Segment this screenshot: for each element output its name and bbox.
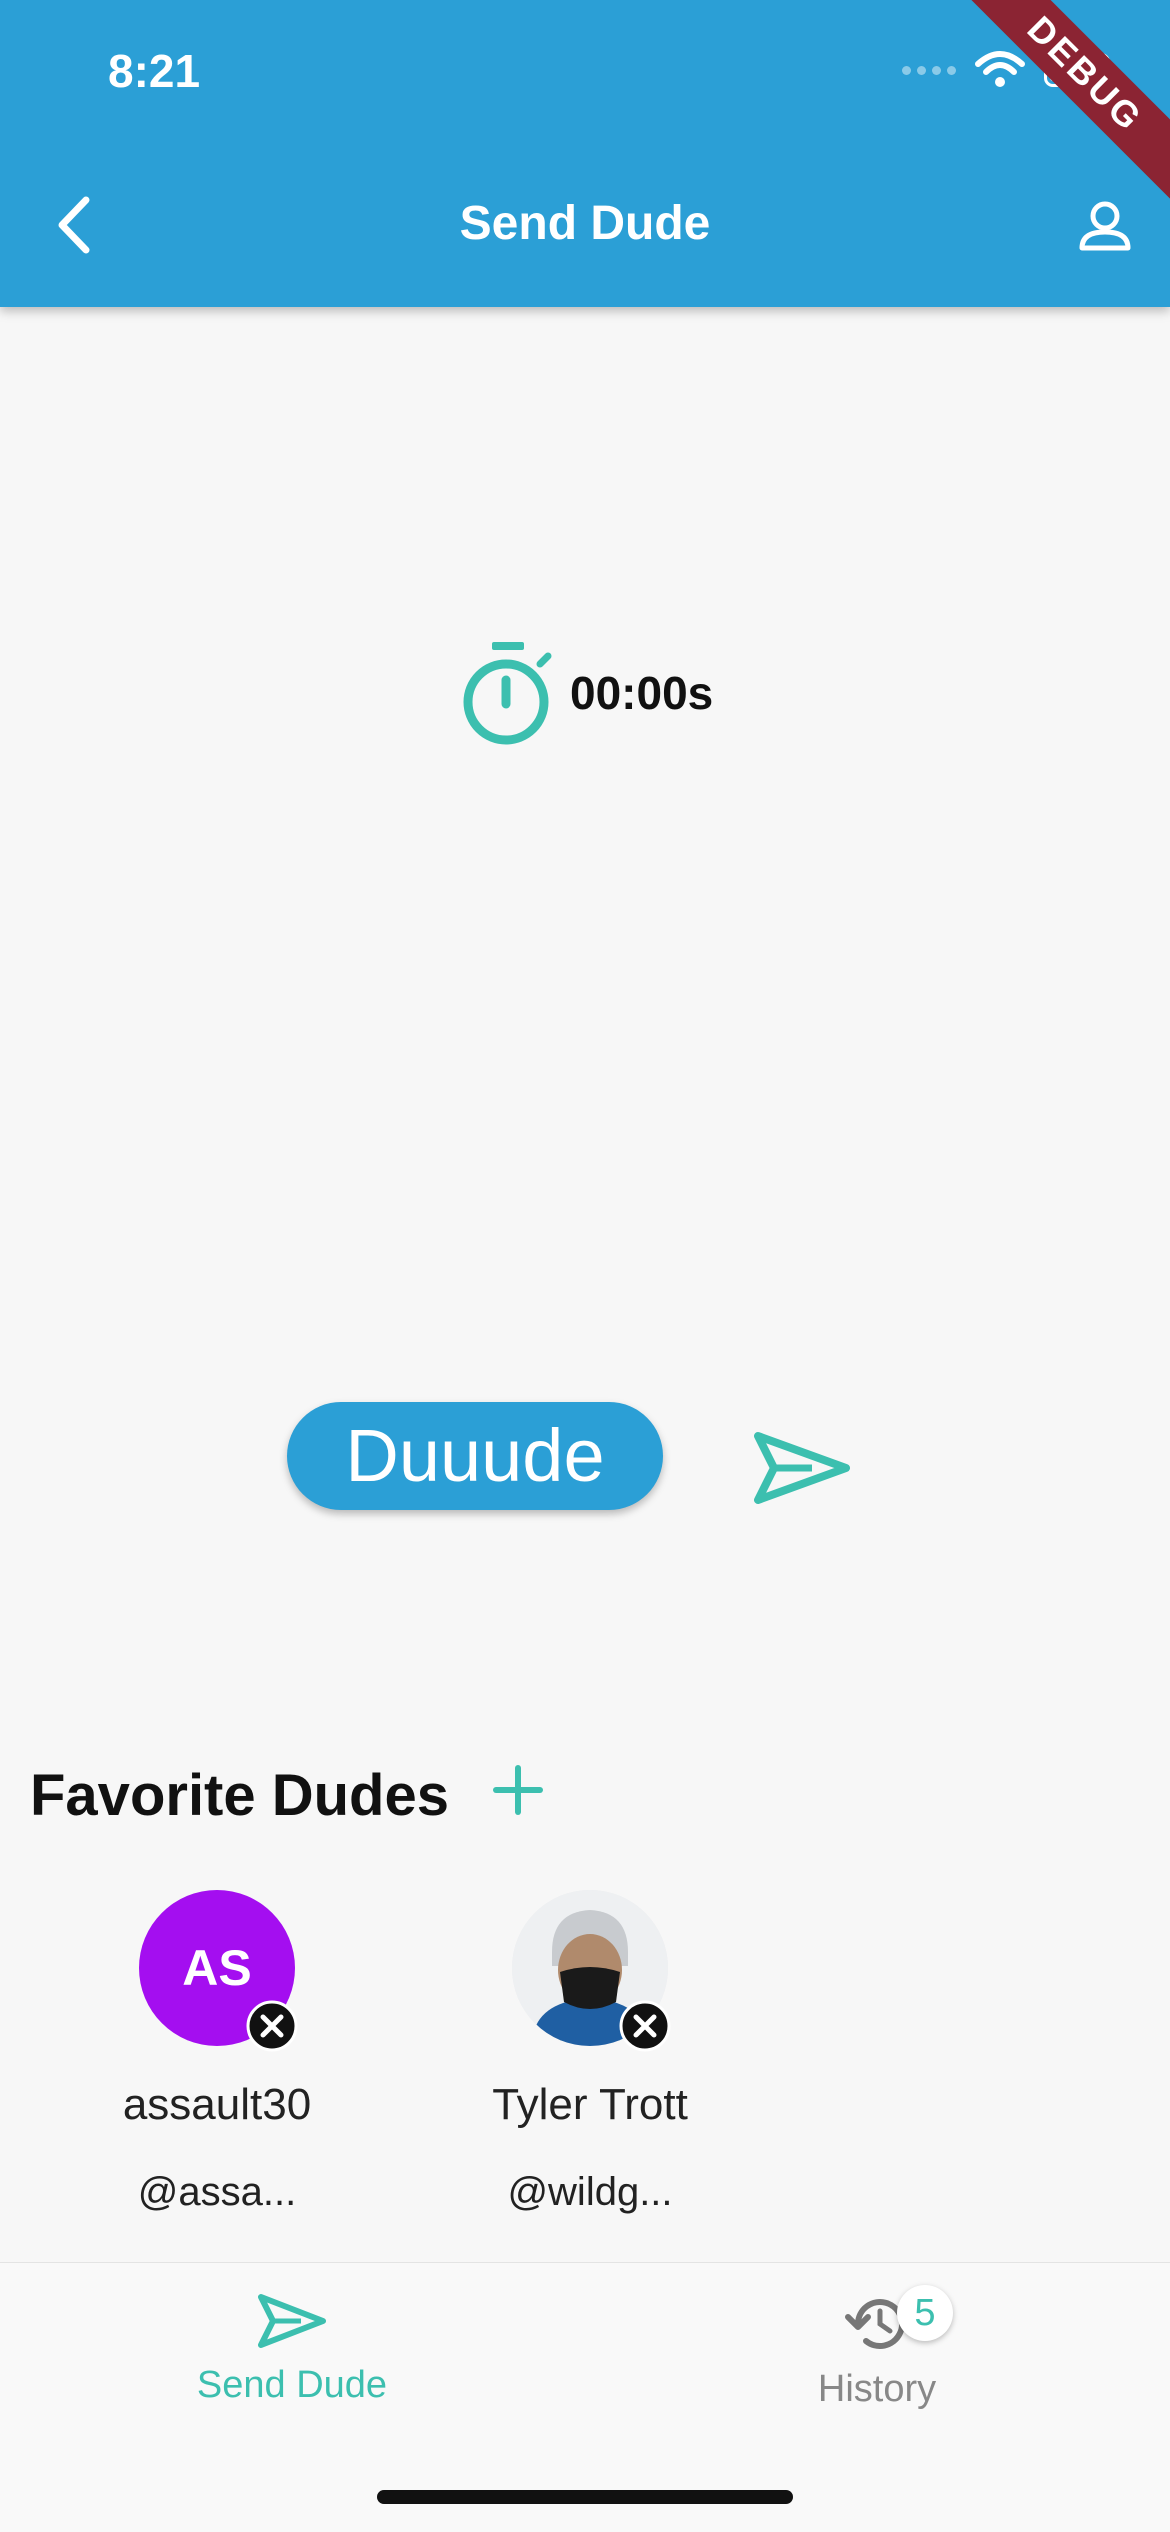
debug-banner: DEBUG [948, 0, 1170, 211]
history-count-badge: 5 [897, 2285, 953, 2341]
page-title: Send Dude [459, 197, 711, 250]
stopwatch-icon [463, 642, 552, 745]
favorite-name: Tyler Trott [492, 2080, 688, 2129]
add-favorite-button[interactable] [488, 1760, 548, 1820]
favorite-item[interactable]: AS assault30 @assa... [67, 1890, 367, 2215]
nav-item-send-dude[interactable]: Send Dude [142, 2291, 442, 2407]
favorites-title: Favorite Dudes [30, 1763, 449, 1828]
timer: 00:00s [460, 638, 713, 748]
app-bar: 8:21 DEBUG Send Dude [0, 0, 1170, 307]
send-button[interactable] [752, 1428, 852, 1508]
timer-value: 00:00s [570, 667, 714, 719]
status-time: 8:21 [108, 45, 201, 97]
dude-button[interactable]: Duuude [287, 1402, 663, 1510]
profile-button[interactable] [1070, 192, 1140, 262]
remove-favorite-button[interactable] [246, 2000, 298, 2052]
favorite-name: assault30 [122, 2080, 312, 2129]
favorite-handle: @assa... [137, 2170, 297, 2214]
nav-label: Send Dude [196, 2364, 388, 2406]
paper-plane-icon [258, 2294, 326, 2348]
nav-item-history[interactable]: 5 History [727, 2285, 1027, 2411]
home-indicator[interactable] [377, 2490, 793, 2504]
remove-favorite-button[interactable] [619, 2000, 671, 2052]
signal-icon [902, 65, 956, 75]
nav-label: History [817, 2368, 937, 2410]
favorite-handle: @wildg... [507, 2170, 673, 2214]
favorite-item[interactable]: Tyler Trott @wildg... [440, 1890, 740, 2215]
wifi-icon [975, 51, 1025, 87]
